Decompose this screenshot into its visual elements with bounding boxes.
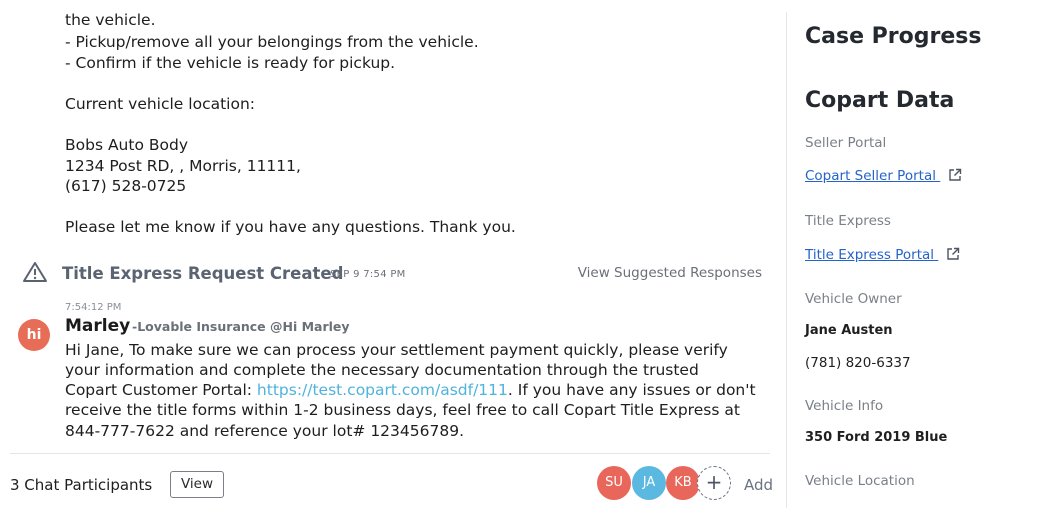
participant-avatar-su[interactable]: SU <box>597 466 631 500</box>
vehicle-location-label: Vehicle Location <box>805 473 915 489</box>
message-text-line: Current vehicle location: <box>65 95 255 113</box>
message-text-line: Please let me know if you have any quest… <box>65 218 516 236</box>
message-text-line: the vehicle. <box>65 11 156 29</box>
message-text-segment: . If you have any issues or don't <box>507 381 756 399</box>
avatar: hi <box>18 319 50 351</box>
message-text-line: receive the title forms within 1-2 busin… <box>65 401 740 419</box>
title-express-link-text[interactable]: Title Express Portal <box>805 247 934 263</box>
chat-panel: the vehicle. - Pickup/remove all your be… <box>0 0 786 508</box>
case-progress-heading: Case Progress <box>805 24 982 49</box>
copart-data-heading: Copart Data <box>805 88 955 113</box>
divider <box>10 453 770 454</box>
case-sidebar: Case Progress Copart Data Seller Portal … <box>786 12 1050 508</box>
participant-avatar-kb[interactable]: KB <box>666 466 700 500</box>
message-text-line: - Confirm if the vehicle is ready for pi… <box>65 54 396 72</box>
participants-count: 3 Chat Participants <box>10 476 153 494</box>
message-text-line: your information and complete the necess… <box>65 361 699 379</box>
title-express-portal-link[interactable]: Title Express Portal <box>805 247 960 265</box>
owner-phone: (781) 820-6337 <box>805 355 911 371</box>
vehicle-info-label: Vehicle Info <box>805 398 884 414</box>
sender-organization: -Lovable Insurance @Hi Marley <box>132 319 350 334</box>
event-time: SEP 9 7:54 PM <box>330 269 406 280</box>
message-text-line: 844-777-7622 and reference your lot# 123… <box>65 422 464 440</box>
event-title: Title Express Request Created <box>62 264 344 283</box>
message-text-line: Hi Jane, To make sure we can process you… <box>65 341 728 359</box>
vehicle-info-value: 350 Ford 2019 Blue <box>805 430 948 445</box>
external-link-icon <box>948 168 962 186</box>
sender-name: Marley <box>65 316 131 336</box>
event-row: Title Express Request Created SEP 9 7:54… <box>22 261 772 287</box>
vehicle-owner-label: Vehicle Owner <box>805 291 902 307</box>
message-text-segment: Copart Customer Portal: <box>65 381 257 399</box>
message-text-line: (617) 528-0725 <box>65 177 187 195</box>
message-text-line: Copart Customer Portal: https://test.cop… <box>65 380 756 400</box>
portal-link[interactable]: https://test.copart.com/asdf/111 <box>257 381 508 399</box>
add-participant-button[interactable]: + <box>697 466 731 500</box>
message-timestamp: 7:54:12 PM <box>65 302 122 313</box>
seller-portal-link-text[interactable]: Copart Seller Portal <box>805 168 936 184</box>
view-suggested-responses-link[interactable]: View Suggested Responses <box>578 265 762 281</box>
copart-seller-portal-link[interactable]: Copart Seller Portal <box>805 168 962 186</box>
seller-portal-label: Seller Portal <box>805 135 887 151</box>
participant-avatar-ja[interactable]: JA <box>632 466 666 500</box>
owner-name: Jane Austen <box>805 323 893 338</box>
warning-icon <box>22 261 48 283</box>
view-participants-button[interactable]: View <box>170 471 224 498</box>
external-link-icon <box>946 247 960 265</box>
message-text-line: Bobs Auto Body <box>65 136 189 154</box>
message-text-line: 1234 Post RD, , Morris, 11111, <box>65 157 301 175</box>
message-text-line: - Pickup/remove all your belongings from… <box>65 33 479 51</box>
add-participant-label[interactable]: Add <box>744 476 773 494</box>
title-express-label: Title Express <box>805 213 891 229</box>
